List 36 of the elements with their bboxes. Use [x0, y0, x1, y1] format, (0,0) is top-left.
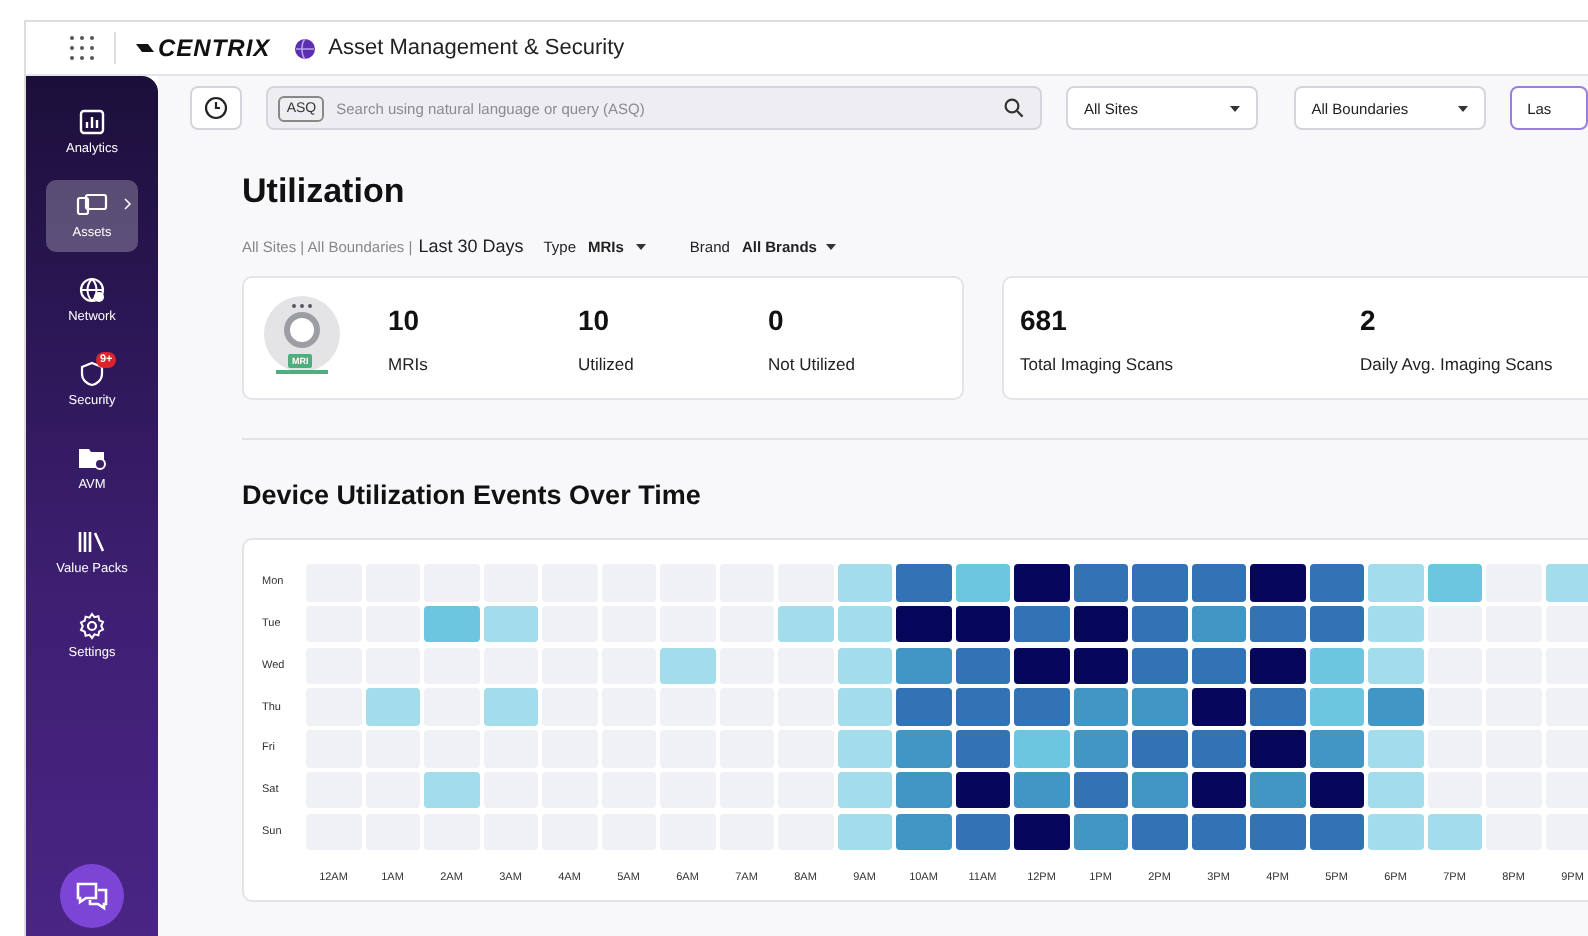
folder-icon	[76, 444, 108, 472]
chat-help-icon	[74, 880, 110, 912]
globe-icon	[294, 37, 317, 59]
chevron-right-icon	[124, 198, 132, 210]
caret-icon	[1457, 105, 1468, 111]
clock-icon	[204, 96, 229, 120]
stat-value: 681	[1020, 303, 1069, 335]
caret-icon[interactable]	[635, 243, 646, 249]
date-range: Last 30 Days	[418, 236, 524, 256]
logo-mark-icon	[136, 40, 156, 56]
caret-icon	[1229, 105, 1240, 111]
stat-label: MRIs	[388, 353, 430, 373]
stat-label: Total Imaging Scans	[1020, 353, 1176, 373]
stat-value: 10	[388, 303, 422, 335]
app-title: Asset Management & Security	[328, 36, 625, 60]
globe-icon	[78, 276, 106, 304]
help-chat-button[interactable]	[60, 864, 124, 928]
brand-logo: CENTRIX	[158, 34, 271, 62]
app-grid-icon[interactable]	[70, 36, 94, 60]
books-icon	[76, 528, 108, 556]
devices-icon	[76, 192, 108, 220]
stat-label: Daily Avg. Imaging Scans	[1360, 353, 1555, 373]
shield-icon	[78, 360, 106, 388]
section-heading: Device Utilization Events Over Time	[242, 480, 703, 510]
page-title: Utilization	[242, 172, 407, 212]
stat-value: 10	[578, 303, 612, 335]
stat-label: Not Utilized	[768, 353, 857, 373]
history-button[interactable]	[190, 86, 243, 130]
stat-value: 0	[768, 303, 786, 335]
stat-value: 2	[1360, 303, 1378, 335]
search-icon	[1003, 98, 1024, 118]
caret-icon[interactable]	[826, 243, 837, 249]
chart-icon	[78, 108, 106, 136]
stat-label: Utilized	[578, 353, 636, 373]
mri-scanner-icon	[260, 294, 344, 378]
settings-icon	[78, 612, 106, 640]
